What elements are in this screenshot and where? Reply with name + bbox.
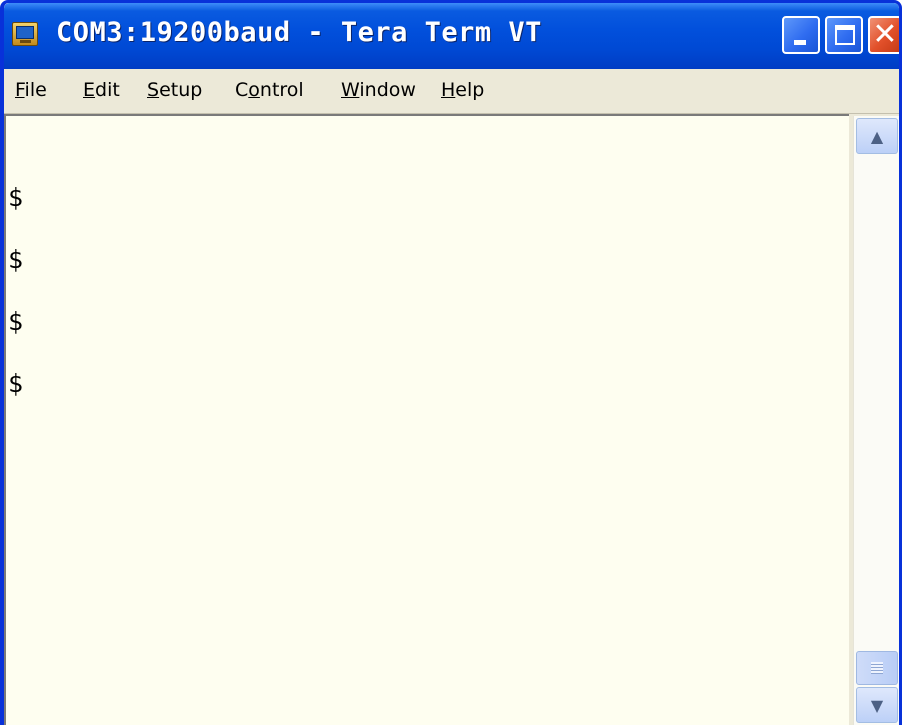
scroll-up-button[interactable]: ▲ [856, 118, 898, 154]
menu-bar: File Edit Setup Control Window Help [4, 69, 899, 114]
menu-edit[interactable]: Edit [83, 79, 120, 101]
terminal-screen[interactable]: $ $ $ $ [4, 114, 849, 725]
close-button[interactable]: ✕ [868, 16, 899, 54]
menu-file[interactable]: File [15, 79, 47, 101]
grip-icon [871, 662, 883, 674]
chevron-down-icon: ▼ [870, 695, 884, 715]
scroll-down-button[interactable]: ▼ [856, 687, 898, 723]
terminal-prompt-line: $ [8, 183, 24, 212]
scroll-thumb[interactable] [856, 651, 898, 685]
terminal-prompt-line: $ [8, 307, 24, 336]
chevron-up-icon: ▲ [870, 126, 884, 146]
tera-term-window: COM3:19200baud - Tera Term VT ✕ File Edi… [0, 0, 902, 725]
menu-setup[interactable]: Setup [147, 79, 202, 101]
maximize-button[interactable] [825, 16, 863, 54]
minimize-icon [794, 40, 806, 45]
menu-help[interactable]: Help [441, 79, 484, 101]
tera-term-app-icon[interactable] [12, 22, 38, 46]
maximize-icon [835, 25, 855, 45]
terminal-prompt-line: $ [8, 245, 24, 274]
minimize-button[interactable] [782, 16, 820, 54]
close-icon: ✕ [872, 17, 898, 52]
terminal-prompt-line: $ [8, 369, 24, 398]
title-bar[interactable]: COM3:19200baud - Tera Term VT ✕ [4, 3, 899, 69]
vertical-scrollbar[interactable]: ▲ ▼ [853, 116, 899, 725]
menu-control[interactable]: Control [235, 79, 304, 101]
menu-window[interactable]: Window [341, 79, 416, 101]
window-title: COM3:19200baud - Tera Term VT [56, 17, 542, 48]
